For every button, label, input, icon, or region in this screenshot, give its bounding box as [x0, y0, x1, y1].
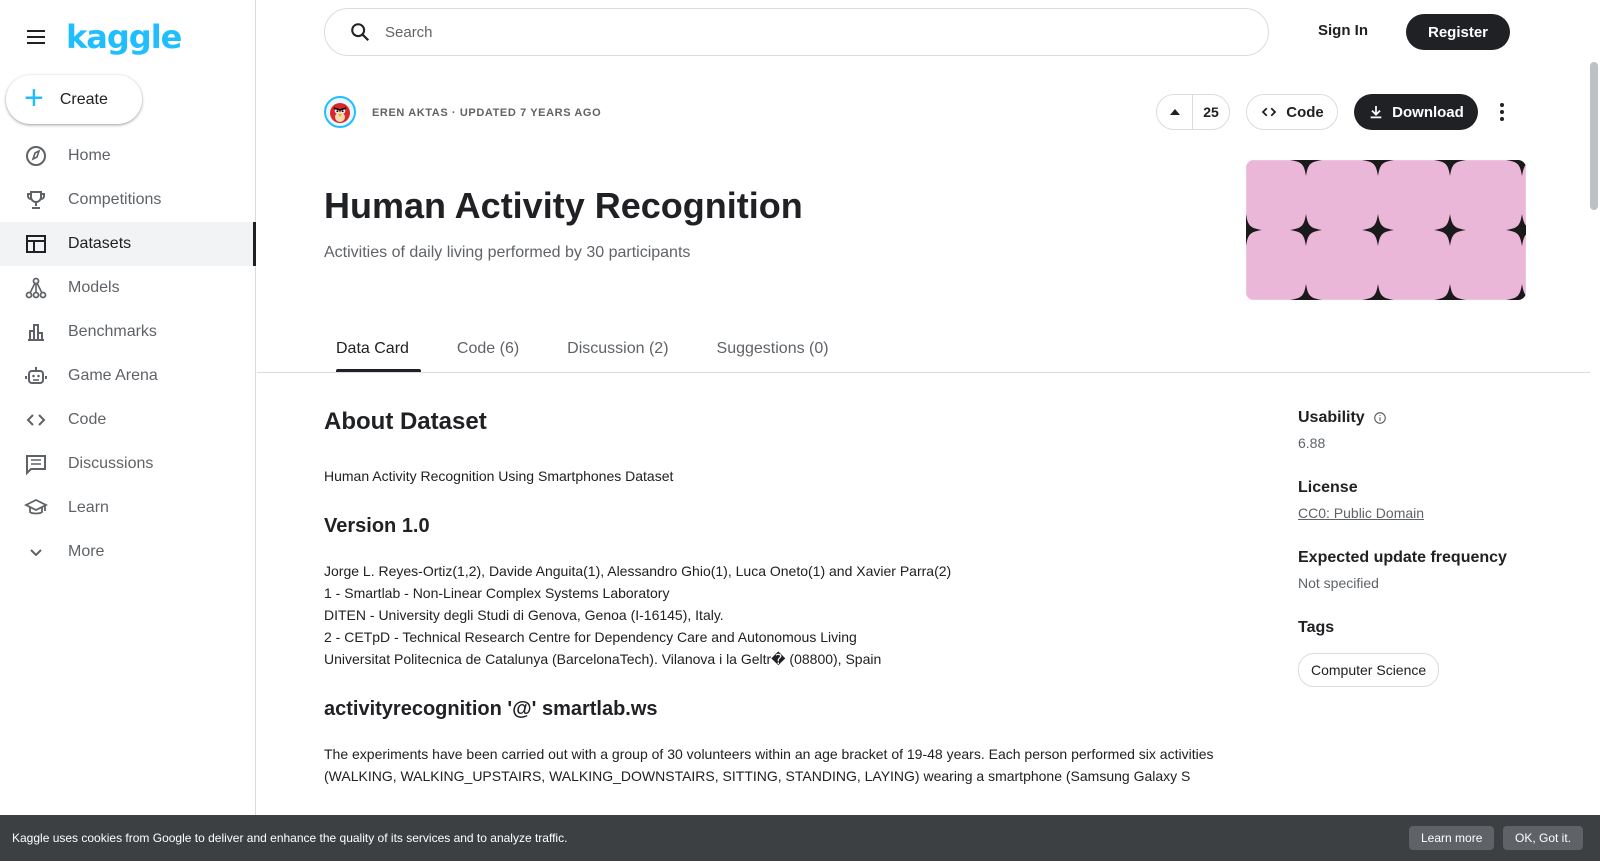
tab-discussion[interactable]: Discussion (2)	[555, 326, 680, 372]
code-icon	[1261, 107, 1277, 117]
caret-up-icon	[1169, 109, 1180, 115]
sidebar-item-label: Home	[68, 147, 111, 164]
create-button[interactable]: + Create	[6, 75, 142, 124]
sidebar-item-game-arena[interactable]: Game Arena	[0, 354, 256, 398]
sidebar-item-learn[interactable]: Learn	[0, 486, 256, 530]
sidebar-item-label: Discussions	[68, 455, 154, 472]
sidebar-item-code[interactable]: Code	[0, 398, 256, 442]
usability-label-text: Usability	[1298, 409, 1365, 426]
dataset-meta: EREN AKTAS · UPDATED 7 YEARS AGO	[372, 107, 602, 119]
sidebar-item-label: Benchmarks	[68, 323, 157, 340]
avatar[interactable]	[324, 96, 356, 128]
sidebar-item-label: Learn	[68, 499, 109, 516]
sidebar-item-discussions[interactable]: Discussions	[0, 442, 256, 486]
code-button-label: Code	[1286, 103, 1324, 121]
robot-icon	[25, 367, 47, 384]
page-subtitle: Activities of daily living performed by …	[324, 244, 691, 261]
download-icon	[1370, 106, 1382, 119]
compass-icon	[26, 146, 46, 166]
kaggle-logo[interactable]: kaggle	[66, 18, 182, 56]
authors-block: Jorge L. Reyes-Ortiz(1,2), Davide Anguit…	[324, 560, 1274, 670]
tabs-divider	[257, 372, 1590, 373]
license-label: License	[1298, 479, 1358, 496]
author-line: DITEN - University degli Studi di Genova…	[324, 607, 724, 623]
usability-value: 6.88	[1298, 435, 1326, 451]
upvote-widget: 25	[1156, 94, 1230, 130]
tag-chip[interactable]: Computer Science	[1298, 653, 1440, 687]
code-icon	[26, 414, 46, 426]
sidebar-top: kaggle	[24, 18, 182, 56]
author-line: 2 - CETpD - Technical Research Centre fo…	[324, 629, 857, 645]
sparkle-pattern	[1246, 160, 1526, 300]
description-text: The experiments have been carried out wi…	[324, 746, 1214, 784]
author-line: Universitat Politecnica de Catalunya (Ba…	[324, 651, 882, 667]
sign-in-link[interactable]: Sign In	[1318, 22, 1368, 39]
tab-data-card[interactable]: Data Card	[324, 326, 421, 373]
sidebar-item-label: Datasets	[68, 235, 132, 252]
discussion-icon	[26, 455, 46, 476]
chevron-down-icon	[30, 549, 42, 557]
ok-got-it-button[interactable]: OK, Got it.	[1503, 826, 1584, 850]
sidebar-item-label: Competitions	[68, 191, 162, 208]
dataset-cover-image	[1246, 160, 1526, 300]
frequency-label: Expected update frequency	[1298, 549, 1507, 566]
sidebar-item-models[interactable]: Models	[0, 266, 256, 310]
author-line: Jorge L. Reyes-Ortiz(1,2), Davide Anguit…	[324, 563, 952, 579]
sidebar-item-label: Game Arena	[68, 367, 158, 384]
trophy-icon	[27, 191, 45, 209]
tags-label: Tags	[1298, 619, 1335, 636]
info-icon[interactable]	[1373, 411, 1387, 425]
more-options-icon[interactable]	[1490, 100, 1514, 124]
sidebar-item-datasets[interactable]: Datasets	[0, 222, 256, 266]
author-line: 1 - Smartlab - Non-Linear Complex System…	[324, 585, 670, 601]
usability-label: Usability	[1298, 409, 1558, 427]
version-heading: Version 1.0	[324, 515, 430, 537]
tab-code[interactable]: Code (6)	[445, 326, 531, 372]
cookie-banner: Kaggle uses cookies from Google to deliv…	[0, 815, 1600, 861]
sidebar-item-label: Code	[68, 411, 107, 428]
sidebar-item-more[interactable]: More	[0, 530, 256, 574]
sidebar: kaggle + Create Home Competitions Datase…	[0, 0, 256, 861]
tab-suggestions[interactable]: Suggestions (0)	[705, 326, 841, 372]
sidebar-item-label: Models	[68, 279, 120, 296]
frequency-value: Not specified	[1298, 575, 1379, 591]
table-icon	[26, 235, 46, 253]
models-icon	[25, 277, 47, 299]
upvote-button[interactable]	[1157, 95, 1193, 129]
sidebar-item-home[interactable]: Home	[0, 134, 256, 178]
learn-more-button[interactable]: Learn more	[1409, 826, 1495, 850]
intro-text: Human Activity Recognition Using Smartph…	[324, 468, 674, 484]
data-card-content: About Dataset Human Activity Recognition…	[324, 408, 1274, 787]
graduation-cap-icon	[24, 498, 48, 515]
search-placeholder: Search	[385, 23, 433, 41]
page-scrollbar[interactable]	[1590, 62, 1598, 210]
sidebar-item-benchmarks[interactable]: Benchmarks	[0, 310, 256, 354]
cookie-text: Kaggle uses cookies from Google to deliv…	[12, 831, 568, 845]
create-label: Create	[59, 90, 108, 108]
code-button[interactable]: Code	[1246, 94, 1338, 130]
search-icon	[351, 23, 370, 42]
sidebar-item-competitions[interactable]: Competitions	[0, 178, 256, 222]
dataset-tabs: Data Card Code (6) Discussion (2) Sugges…	[324, 326, 865, 373]
bar-chart-icon	[28, 324, 44, 341]
vote-count: 25	[1203, 104, 1219, 120]
register-button[interactable]: Register	[1406, 14, 1510, 50]
about-heading: About Dataset	[324, 408, 487, 435]
contact-heading: activityrecognition '@' smartlab.ws	[324, 698, 658, 720]
download-button-label: Download	[1392, 103, 1464, 121]
sidebar-item-label: More	[68, 543, 105, 560]
download-button[interactable]: Download	[1354, 94, 1478, 130]
sidebar-nav: Home Competitions Datasets Models Benchm…	[0, 134, 256, 574]
menu-icon[interactable]	[24, 25, 48, 49]
page-title: Human Activity Recognition	[324, 185, 803, 226]
plus-icon: +	[24, 79, 44, 117]
license-link[interactable]: CC0: Public Domain	[1298, 505, 1424, 521]
search-input[interactable]: Search	[324, 8, 1269, 56]
dataset-sidebar: Usability 6.88 License CC0: Public Domai…	[1298, 409, 1558, 687]
angry-bird-avatar-icon	[330, 103, 350, 123]
